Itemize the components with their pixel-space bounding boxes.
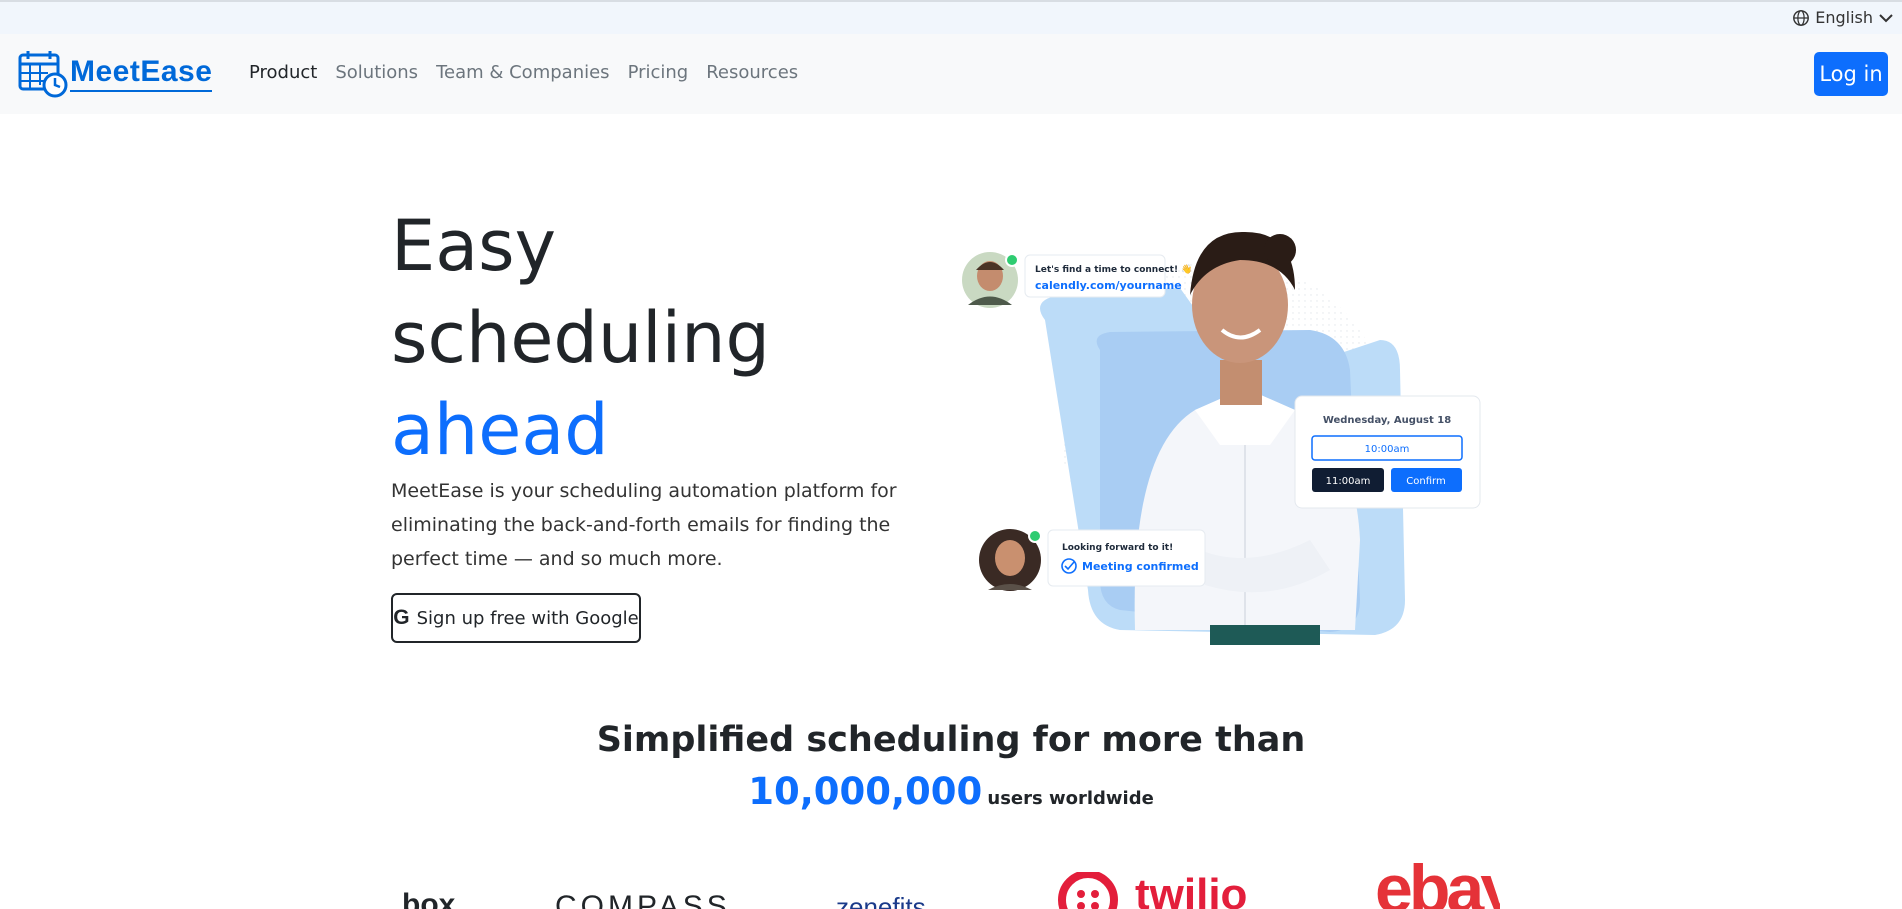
logo-ebay: ebay: [1375, 858, 1500, 909]
calendar-clock-icon: [18, 51, 68, 98]
hero-title-line2: scheduling: [391, 297, 770, 379]
login-button[interactable]: Log in: [1814, 52, 1888, 96]
globe-icon: [1793, 9, 1810, 26]
hero-title-accent: ahead: [391, 389, 609, 471]
google-signup-button[interactable]: G Sign up free with Google: [391, 593, 641, 643]
nav-resources[interactable]: Resources: [697, 62, 807, 83]
invite-link: calendly.com/yourname: [1035, 279, 1182, 292]
nav-pricing[interactable]: Pricing: [619, 62, 698, 83]
user-count-label: users worldwide: [987, 788, 1154, 809]
meeting-confirmed: Meeting confirmed: [1082, 560, 1199, 573]
confirmed-text: Looking forward to it!: [1062, 543, 1173, 553]
booking-card: Wednesday, August 18 10:00am 11:00am Con…: [1294, 395, 1481, 509]
chevron-down-icon: [1879, 13, 1893, 22]
language-selector[interactable]: English: [1792, 8, 1894, 27]
navbar: MeetEase Product Solutions Team & Compan…: [0, 34, 1902, 114]
stats-title: Simplified scheduling for more than: [596, 720, 1306, 760]
stats-users: 10,000,000 users worldwide: [0, 770, 1902, 813]
invite-text: Let's find a time to connect! 👋: [1035, 264, 1192, 275]
customer-logos: box COMPASS zenefits twilio ebay: [400, 858, 1500, 909]
hero-illustration: Let's find a time to connect! 👋 calendly…: [962, 231, 1481, 645]
user-count: 10,000,000: [748, 770, 983, 813]
confirm-label: Confirm: [1406, 476, 1445, 487]
google-signup-label: Sign up free with Google: [416, 607, 639, 629]
confirmed-bubble: Looking forward to it! Meeting confirmed: [979, 529, 1206, 591]
nav-team-companies[interactable]: Team & Companies: [427, 62, 619, 83]
logo-zenefits: zenefits: [836, 892, 926, 909]
logo-compass: COMPASS: [555, 890, 731, 909]
card-date: Wednesday, August 18: [1323, 415, 1451, 426]
slot-11am: 11:00am: [1326, 476, 1371, 487]
slot-10am: 10:00am: [1365, 444, 1410, 455]
main-nav: Product Solutions Team & Companies Prici…: [240, 62, 807, 83]
nav-product[interactable]: Product: [240, 62, 326, 83]
hero-title-line1: Easy: [391, 205, 557, 287]
hero-title: Easy scheduling ahead: [391, 200, 770, 476]
language-label: English: [1815, 8, 1873, 27]
brand-name: MeetEase: [70, 56, 213, 92]
language-bar: English: [0, 2, 1902, 34]
brand-logo[interactable]: MeetEase: [18, 50, 213, 98]
logo-box: box: [402, 888, 456, 909]
hero-description: MeetEase is your scheduling automation p…: [391, 480, 897, 570]
google-icon: G: [393, 606, 410, 629]
logo-twilio: twilio: [1135, 870, 1248, 909]
nav-solutions[interactable]: Solutions: [326, 62, 427, 83]
